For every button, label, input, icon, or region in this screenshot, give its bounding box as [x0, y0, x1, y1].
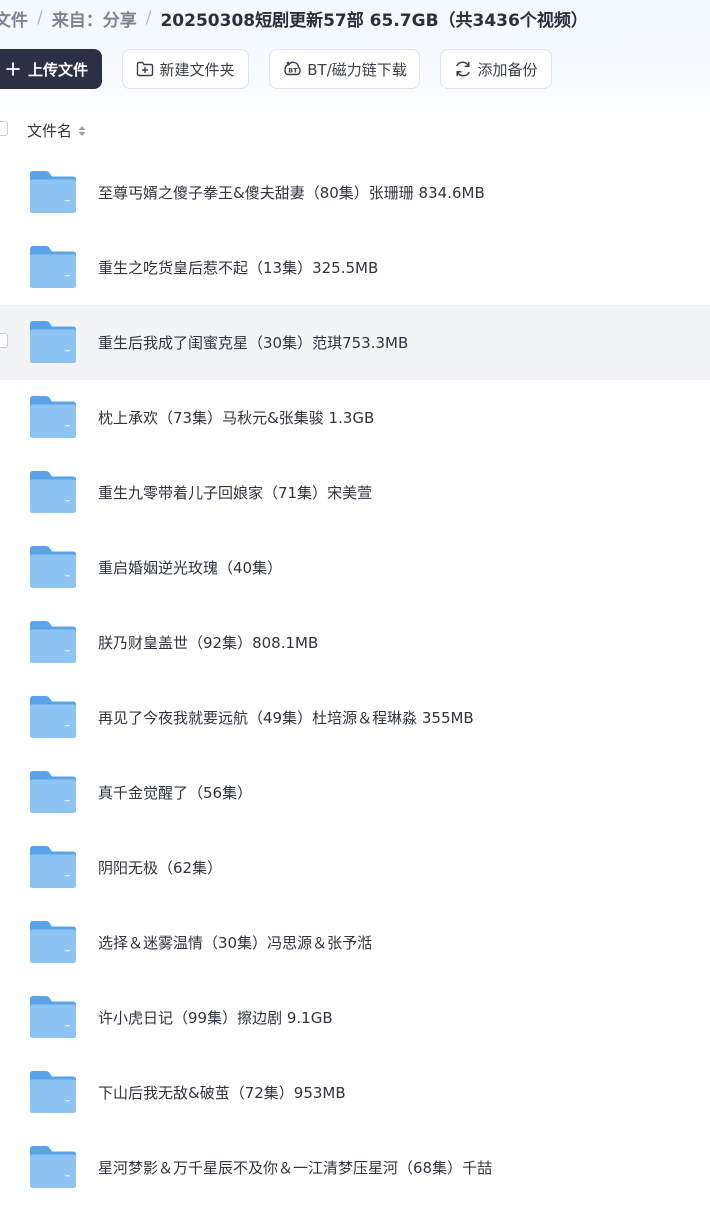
file-row[interactable]: 星河梦影＆万千星辰不及你＆一江清梦压星河（68集）千喆: [0, 1130, 710, 1205]
folder-icon: [29, 1145, 77, 1193]
file-row-name[interactable]: 朕乃财皇盖世（92集）808.1MB: [98, 632, 318, 653]
folder-icon: [29, 320, 77, 368]
breadcrumb: 文件 / 来自：分享 / 20250308短剧更新57部 65.7GB（共343…: [0, 4, 588, 32]
file-row-name[interactable]: 阴阳无极（62集）: [98, 857, 222, 878]
folder-icon: [29, 620, 77, 668]
new-folder-button-label: 新建文件夹: [159, 60, 235, 79]
breadcrumb-separator: /: [37, 8, 43, 28]
folder-icon: [29, 470, 77, 518]
file-row-name[interactable]: 重生后我成了闺蜜克星（30集）范琪753.3MB: [98, 332, 408, 353]
folder-icon: [29, 695, 77, 743]
folder-icon: [29, 995, 77, 1043]
file-row[interactable]: 阴阳无极（62集）: [0, 830, 710, 905]
file-list: 至尊丐婿之傻子拳王&傻夫甜妻（80集）张珊珊 834.6MB 重生之吃货皇后惹不起…: [0, 155, 710, 1205]
folder-icon: [29, 395, 77, 443]
select-all-checkbox[interactable]: [0, 121, 8, 136]
file-row[interactable]: 重生九零带着儿子回娘家（71集）宋美萱: [0, 455, 710, 530]
file-row[interactable]: 枕上承欢（73集）马秋元&张集骏 1.3GB: [0, 380, 710, 455]
upload-button-label: 上传文件: [28, 60, 89, 79]
file-list-header: 文件名: [0, 112, 710, 148]
plus-icon: [6, 62, 20, 76]
svg-text:BT: BT: [288, 67, 298, 75]
upload-button[interactable]: 上传文件: [0, 49, 102, 89]
folder-icon: [29, 770, 77, 818]
bt-magnet-download-button-label: BT/磁力链下载: [307, 60, 407, 79]
row-checkbox[interactable]: [0, 333, 8, 348]
bt-icon: BT: [284, 61, 302, 76]
column-header-filename[interactable]: 文件名: [27, 120, 86, 141]
folder-icon: [29, 1070, 77, 1118]
new-folder-button[interactable]: 新建文件夹: [122, 49, 249, 89]
breadcrumb-separator: /: [145, 8, 152, 28]
toolbar: 上传文件 新建文件夹 BT BT/磁力链下载 添加备份: [0, 49, 710, 89]
file-row[interactable]: 至尊丐婿之傻子拳王&傻夫甜妻（80集）张珊珊 834.6MB: [0, 155, 710, 230]
breadcrumb-parent[interactable]: 来自：分享: [52, 6, 137, 31]
folder-icon: [29, 170, 77, 218]
file-row-name[interactable]: 星河梦影＆万千星辰不及你＆一江清梦压星河（68集）千喆: [98, 1157, 492, 1178]
folder-icon: [29, 845, 77, 893]
file-row[interactable]: 重启婚姻逆光玫瑰（40集）: [0, 530, 710, 605]
folder-icon: [29, 545, 77, 593]
file-row-name[interactable]: 至尊丐婿之傻子拳王&傻夫甜妻（80集）张珊珊 834.6MB: [98, 182, 485, 203]
file-row-name[interactable]: 选择＆迷雾温情（30集）冯思源＆张予湉: [98, 932, 372, 953]
add-backup-button-label: 添加备份: [477, 60, 538, 79]
folder-icon: [29, 920, 77, 968]
file-row[interactable]: 朕乃财皇盖世（92集）808.1MB: [0, 605, 710, 680]
file-row-name[interactable]: 下山后我无敌&破茧（72集）953MB: [98, 1082, 346, 1103]
file-row[interactable]: 重生后我成了闺蜜克星（30集）范琪753.3MB: [0, 305, 710, 380]
breadcrumb-current: 20250308短剧更新57部 65.7GB（共3436个视频）: [160, 10, 588, 31]
add-backup-button[interactable]: 添加备份: [440, 49, 552, 89]
folder-plus-icon: [137, 61, 154, 77]
file-row[interactable]: 真千金觉醒了（56集）: [0, 755, 710, 830]
sync-icon: [456, 61, 471, 77]
file-row[interactable]: 再见了今夜我就要远航（49集）杜培源＆程琳淼 355MB: [0, 680, 710, 755]
file-row[interactable]: 下山后我无敌&破茧（72集）953MB: [0, 1055, 710, 1130]
sort-icon[interactable]: [78, 125, 86, 137]
file-row[interactable]: 选择＆迷雾温情（30集）冯思源＆张予湉: [0, 905, 710, 980]
bt-magnet-download-button[interactable]: BT BT/磁力链下载: [269, 49, 420, 89]
file-row-name[interactable]: 重生之吃货皇后惹不起（13集）325.5MB: [98, 257, 378, 278]
file-row-name[interactable]: 枕上承欢（73集）马秋元&张集骏 1.3GB: [98, 407, 374, 428]
folder-icon: [29, 245, 77, 293]
file-row-name[interactable]: 许小虎日记（99集）擦边剧 9.1GB: [98, 1007, 333, 1028]
column-header-filename-label: 文件名: [27, 122, 73, 140]
file-row-name[interactable]: 再见了今夜我就要远航（49集）杜培源＆程琳淼 355MB: [98, 707, 474, 728]
file-row-name[interactable]: 重生九零带着儿子回娘家（71集）宋美萱: [98, 482, 372, 503]
file-row-name[interactable]: 重启婚姻逆光玫瑰（40集）: [98, 557, 282, 578]
file-row[interactable]: 许小虎日记（99集）擦边剧 9.1GB: [0, 980, 710, 1055]
file-row[interactable]: 重生之吃货皇后惹不起（13集）325.5MB: [0, 230, 710, 305]
breadcrumb-root[interactable]: 文件: [0, 6, 28, 31]
file-row-name[interactable]: 真千金觉醒了（56集）: [98, 782, 252, 803]
